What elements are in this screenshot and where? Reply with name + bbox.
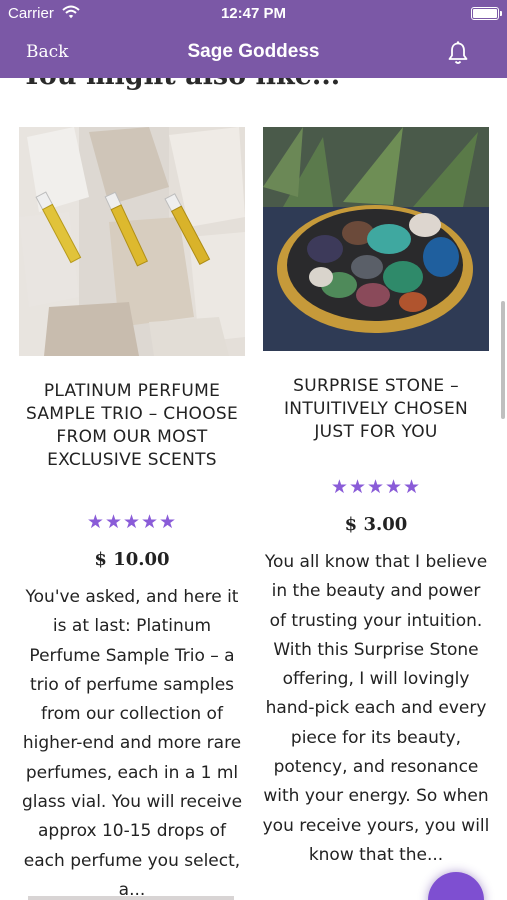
divider	[28, 896, 234, 900]
section-heading: You might also like...	[22, 78, 340, 91]
rating-stars: ★★★★★	[330, 477, 422, 498]
product-card-surprise-stone[interactable]: SURPRISE STONE – INTUITIVELY CHOSEN JUST…	[259, 127, 493, 870]
bell-icon[interactable]	[445, 40, 471, 66]
navigation-bar: Back Sage Goddess	[0, 28, 507, 78]
product-description: You all know that I believe in the beaut…	[262, 552, 490, 865]
product-price: $ 3.00	[344, 514, 408, 535]
product-name[interactable]: SURPRISE STONE – INTUITIVELY CHOSEN JUST…	[259, 375, 493, 444]
product-detail-scroll[interactable]: You might also like...	[0, 78, 507, 900]
battery-icon	[471, 7, 502, 20]
status-bar: Carrier 12:47 PM	[0, 0, 507, 28]
product-image-surprise-stone[interactable]	[263, 127, 489, 351]
nav-title: Sage Goddess	[187, 41, 320, 62]
product-image-perfume-trio[interactable]	[19, 127, 245, 356]
status-time: 12:47 PM	[220, 5, 287, 22]
product-description: You've asked, and here it is at last: Pl…	[21, 587, 243, 900]
product-price: $ 10.00	[94, 549, 170, 570]
product-name[interactable]: PLATINUM PERFUME SAMPLE TRIO – CHOOSE FR…	[15, 380, 249, 472]
product-card-perfume-trio[interactable]: PLATINUM PERFUME SAMPLE TRIO – CHOOSE FR…	[15, 127, 249, 900]
rating-stars: ★★★★★	[86, 512, 178, 533]
scrollbar[interactable]	[501, 301, 505, 419]
